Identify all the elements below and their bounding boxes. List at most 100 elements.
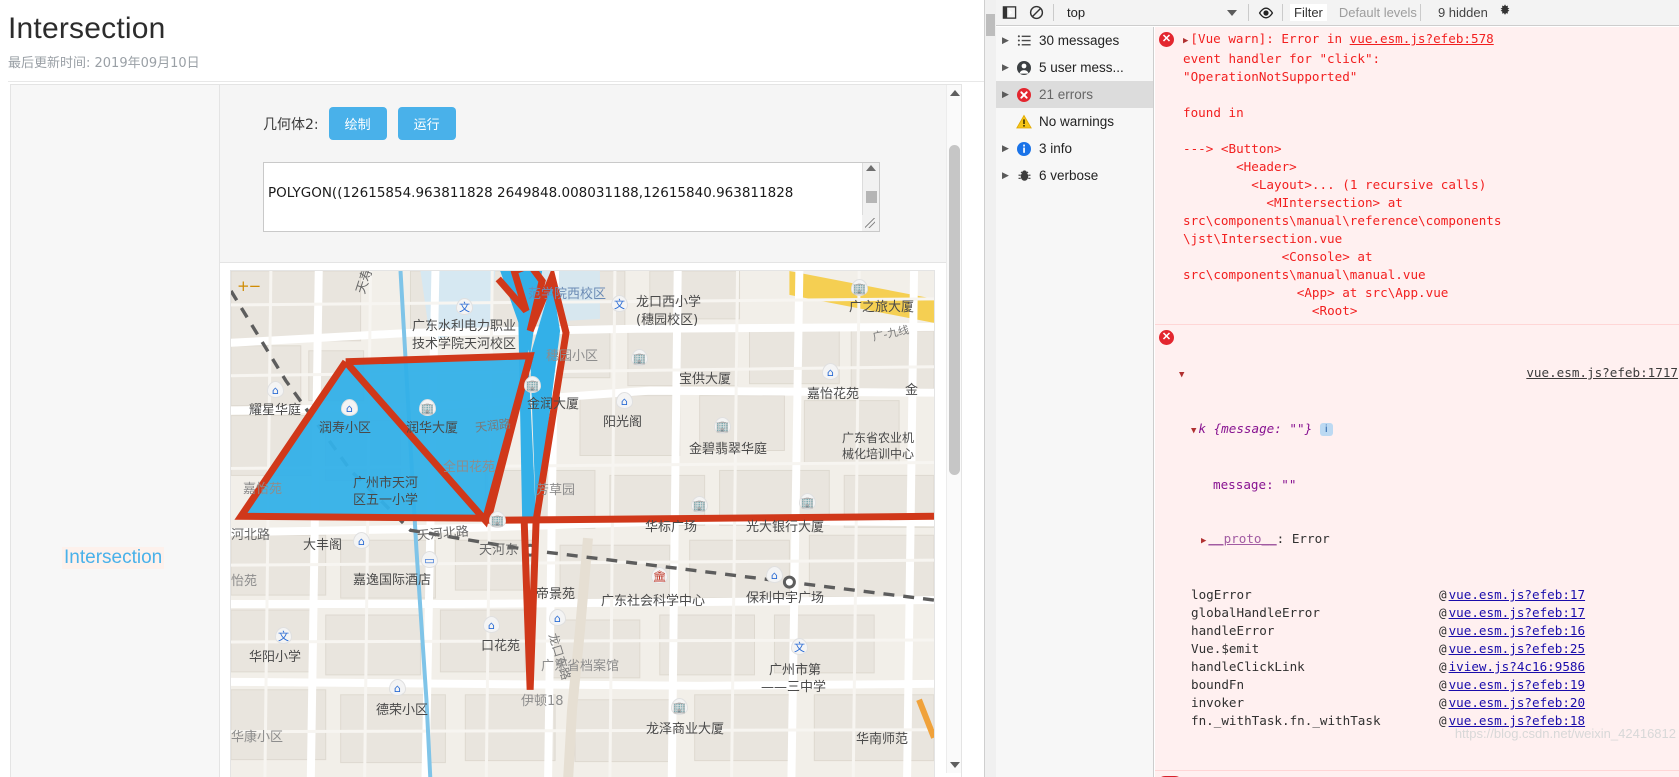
log-levels-select[interactable]: Default levels	[1339, 5, 1417, 20]
textarea-resize-grip-icon[interactable]	[862, 215, 879, 231]
zoom-in-icon[interactable]: +	[237, 277, 250, 295]
message-body: ▶ [Vue warn]: Error in vue.esm.js?efeb:57…	[1157, 30, 1678, 320]
message-gutter: ✕	[1159, 32, 1175, 48]
run-button[interactable]: 运行	[397, 107, 456, 140]
stack-frame-1: globalHandleError @ vue.esm.js?efeb:17	[1191, 604, 1678, 622]
hidden-messages-count[interactable]: 9 hidden	[1438, 5, 1488, 20]
execution-context-value: top	[1067, 5, 1086, 20]
message-stack-7: src\components\manual\manual.vue	[1183, 267, 1426, 282]
console-sidebar-item-3[interactable]: No warnings	[996, 108, 1153, 135]
execution-context-select[interactable]: top	[1057, 0, 1245, 26]
content-scroll-down-icon[interactable]	[950, 762, 960, 768]
map-canvas[interactable]	[231, 271, 934, 777]
sidebar-toggle-icon[interactable]	[996, 0, 1023, 26]
console-sidebar-item-0[interactable]: ▶ 30 messages	[996, 27, 1153, 54]
content-scrollbar[interactable]	[946, 85, 961, 773]
stack-frame-at: @	[1439, 659, 1447, 674]
stack-frame-at: @	[1439, 713, 1447, 728]
stack-frame-5: boundFn @ vue.esm.js?efeb:19	[1191, 676, 1678, 694]
sidebar-item-intersection[interactable]: Intersection	[62, 547, 165, 569]
collapse-triangle-icon[interactable]: ▼	[1179, 366, 1184, 384]
console-sidebar-item-1[interactable]: ▶ 5 user mess...	[996, 54, 1153, 81]
expand-triangle-icon[interactable]: ▶	[1002, 35, 1013, 46]
message-stack-8: <App> at src\App.vue	[1183, 285, 1449, 300]
chevron-down-icon[interactable]	[1227, 9, 1237, 16]
stack-frame-link[interactable]: vue.esm.js?efeb:19	[1449, 676, 1585, 694]
stack-frame-link[interactable]: vue.esm.js?efeb:20	[1449, 694, 1585, 712]
message-line-1: [Vue warn]: Error in	[1190, 31, 1343, 46]
stack-frame-list: logError @ vue.esm.js?efeb:17 globalHandleE…	[1179, 586, 1678, 730]
settings-gear-icon[interactable]	[1498, 3, 1512, 23]
stack-frame-function: invoker	[1191, 695, 1245, 710]
stack-frame-link[interactable]: vue.esm.js?efeb:16	[1449, 622, 1585, 640]
page-title: Intersection	[8, 12, 166, 45]
map-container[interactable]: +− 天寿路 范学院西校区 广东水利电力职业 技术学院天河校区 穗园小区 广之旅大厦 广-九…	[230, 270, 935, 777]
console-sidebar-item-label: 21 errors	[1039, 87, 1094, 102]
content-scroll-thumb[interactable]	[949, 145, 960, 475]
info-badge-icon[interactable]: i	[1319, 423, 1333, 436]
left-navigation-panel: Intersection	[10, 84, 220, 777]
proto-expand-icon[interactable]: ▶	[1201, 536, 1206, 546]
geometry-form: 几何体2: 绘制 运行 POLYGON((12615854.963811828 …	[220, 85, 961, 263]
content-scroll-up-icon[interactable]	[950, 90, 960, 96]
expand-triangle-icon[interactable]: ▶	[1183, 36, 1188, 46]
geometry-label: 几何体2:	[263, 116, 319, 133]
message-stack-0: ---> <Button>	[1183, 141, 1282, 156]
wkt-input[interactable]: POLYGON((12615854.963811828 2649848.0080…	[263, 162, 880, 232]
message-source-link-2[interactable]: vue.esm.js?efeb:1717	[1526, 364, 1678, 382]
page-subtitle: 最后更新时间: 2019年09月10日	[8, 56, 200, 71]
message-source-link[interactable]: vue.esm.js?efeb:578	[1350, 31, 1494, 46]
live-expression-eye-icon[interactable]	[1252, 0, 1279, 26]
filter-input[interactable]: Filter	[1290, 4, 1327, 21]
scroll-up-arrow-icon[interactable]	[866, 165, 876, 171]
object-collapse-icon[interactable]: ▼	[1191, 426, 1196, 436]
console-sidebar-item-5[interactable]: ▶ 6 verbose	[996, 162, 1153, 189]
console-sidebar-item-2[interactable]: ▶ 21 errors	[996, 81, 1153, 108]
stack-frame-link[interactable]: vue.esm.js?efeb:17	[1449, 604, 1585, 622]
stack-frame-at: @	[1439, 587, 1447, 602]
console-message-vue-warn[interactable]: ✕ ▶ [Vue warn]: Error in vue.esm.js?efeb:…	[1155, 27, 1679, 325]
wkt-textarea-wrapper: POLYGON((12615854.963811828 2649848.0080…	[263, 162, 880, 232]
expand-triangle-icon[interactable]: ▶	[1002, 170, 1013, 181]
expand-triangle-icon[interactable]: ▶	[1002, 62, 1013, 73]
message-stack-2: <Layout>... (1 recursive calls)	[1183, 177, 1487, 192]
error-object-message: message: ""	[1213, 477, 1297, 492]
info-icon	[1013, 141, 1035, 157]
stack-frame-function: boundFn	[1191, 677, 1245, 692]
error-icon: ✕	[1159, 32, 1174, 47]
console-sidebar-item-4[interactable]: ▶ 3 info	[996, 135, 1153, 162]
splitter-handle[interactable]	[986, 14, 995, 36]
bug-icon	[1013, 168, 1035, 183]
stack-frame-link[interactable]: vue.esm.js?efeb:25	[1449, 640, 1585, 658]
stack-frame-4: handleClickLink @ iview.js?4c16:9586	[1191, 658, 1678, 676]
devtools-splitter[interactable]	[985, 0, 996, 777]
console-toolbar: top Filter Default levels 9 hidden	[996, 0, 1679, 26]
scroll-thumb[interactable]	[865, 191, 877, 203]
expand-triangle-icon[interactable]: ▶	[1002, 143, 1013, 154]
message-stack-6: <Console> at	[1183, 249, 1373, 264]
proto-key[interactable]: __proto__	[1208, 531, 1276, 546]
message-stack-4: src\components\manual\reference\componen…	[1183, 213, 1502, 228]
application-pane: Intersection 最后更新时间: 2019年09月10日 Interse…	[0, 0, 984, 777]
stack-frame-0: logError @ vue.esm.js?efeb:17	[1191, 586, 1678, 604]
stack-frame-6: invoker @ vue.esm.js?efeb:20	[1191, 694, 1678, 712]
error-object-preview: k {message: ""}	[1198, 421, 1313, 436]
console-message-intervention[interactable]: 18 ▶[Intervention] Unable openlayer.js:4…	[1155, 771, 1679, 777]
map-zoom-controls[interactable]: +−	[237, 277, 262, 295]
stack-frame-link[interactable]: vue.esm.js?efeb:17	[1449, 586, 1585, 604]
stack-frame-link[interactable]: vue.esm.js?efeb:18	[1449, 712, 1585, 730]
console-message-error-object[interactable]: ✕ ▼ vue.esm.js?efeb:1717 ▼ k {message: ""…	[1155, 325, 1679, 771]
message-gutter-2: ✕	[1159, 330, 1175, 346]
expand-triangle-icon[interactable]: ▶	[1002, 89, 1013, 100]
error-icon	[1013, 87, 1035, 103]
zoom-out-icon[interactable]: −	[249, 277, 262, 295]
clear-console-icon[interactable]	[1023, 0, 1050, 26]
draw-button[interactable]: 绘制	[328, 107, 387, 140]
console-output[interactable]: ✕ ▶ [Vue warn]: Error in vue.esm.js?efeb:…	[1155, 27, 1679, 777]
console-sidebar-item-label: 3 info	[1039, 141, 1073, 156]
stack-frame-link[interactable]: iview.js?4c16:9586	[1449, 658, 1585, 676]
console-sidebar-item-label: No warnings	[1039, 114, 1115, 129]
stack-frame-function: Vue.$emit	[1191, 641, 1260, 656]
devtools-panel: top Filter Default levels 9 hidden ▶ 30 m…	[984, 0, 1679, 777]
console-sidebar-item-label: 30 messages	[1039, 33, 1120, 48]
